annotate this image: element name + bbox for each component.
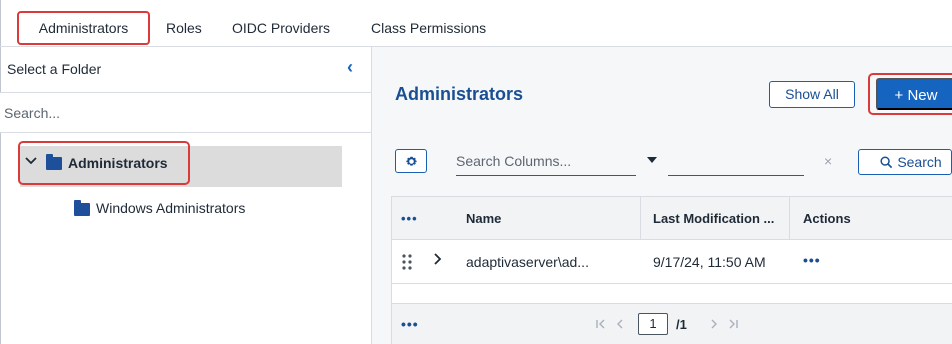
administrators-grid: ••• Name Last Modification ... Actions a…	[391, 196, 952, 344]
collapse-left-icon[interactable]: ‹	[340, 57, 360, 77]
column-header-name[interactable]: Name	[466, 197, 501, 240]
page-number-input[interactable]: 1	[638, 313, 668, 335]
search-columns-select[interactable]: Search Columns...	[456, 150, 636, 176]
sidebar-title: Select a Folder	[7, 61, 102, 77]
cell-last-modified: 9/17/24, 11:50 AM	[653, 254, 766, 270]
prev-page-icon[interactable]	[616, 317, 624, 332]
cell-name: adaptivaserver\ad...	[466, 254, 589, 270]
tab-bar: Administrators Roles OIDC Providers Clas…	[0, 0, 952, 47]
search-button[interactable]: Search	[858, 149, 952, 175]
sidebar-header: Select a Folder ‹	[0, 47, 371, 93]
first-page-icon[interactable]	[596, 317, 606, 332]
footer-more-menu[interactable]: •••	[401, 316, 419, 332]
tab-oidc-providers[interactable]: OIDC Providers	[232, 11, 330, 45]
search-icon	[880, 156, 893, 169]
grid-header: ••• Name Last Modification ... Actions	[392, 197, 952, 240]
grid-footer: ••• 1 /1	[392, 303, 952, 344]
chevron-right-icon[interactable]	[433, 252, 443, 269]
show-all-button[interactable]: Show All	[769, 81, 855, 108]
header-more-menu[interactable]: •••	[401, 197, 418, 240]
search-value-input[interactable]	[668, 150, 804, 176]
column-header-actions: Actions	[789, 197, 949, 240]
caret-down-icon[interactable]	[647, 157, 657, 163]
column-settings-button[interactable]	[395, 149, 427, 173]
tree-item-windows-administrators[interactable]: Windows Administrators	[96, 200, 245, 216]
table-row[interactable]: adaptivaserver\ad... 9/17/24, 11:50 AM •…	[392, 240, 952, 284]
tab-class-permissions[interactable]: Class Permissions	[371, 11, 486, 45]
folder-sidebar: Select a Folder ‹	[0, 47, 372, 344]
next-page-icon[interactable]	[710, 317, 718, 332]
column-header-last-modification[interactable]: Last Modification ...	[640, 197, 789, 240]
last-page-icon[interactable]	[728, 317, 738, 332]
folder-search-input[interactable]	[0, 93, 371, 133]
drag-handle-icon[interactable]	[402, 254, 412, 273]
folder-icon	[74, 200, 90, 216]
gear-icon	[406, 156, 417, 166]
new-button[interactable]: + New	[876, 78, 952, 110]
selection-highlight	[18, 141, 190, 185]
page-title: Administrators	[395, 84, 524, 104]
main-panel: Administrators Show All + New Search Col…	[372, 47, 952, 344]
tab-roles[interactable]: Roles	[166, 11, 202, 45]
row-actions-menu[interactable]: •••	[803, 252, 821, 268]
clear-icon[interactable]: ×	[824, 153, 832, 169]
page-total: /1	[676, 317, 687, 332]
tab-administrators[interactable]: Administrators	[17, 11, 150, 45]
search-button-label: Search	[897, 154, 942, 170]
